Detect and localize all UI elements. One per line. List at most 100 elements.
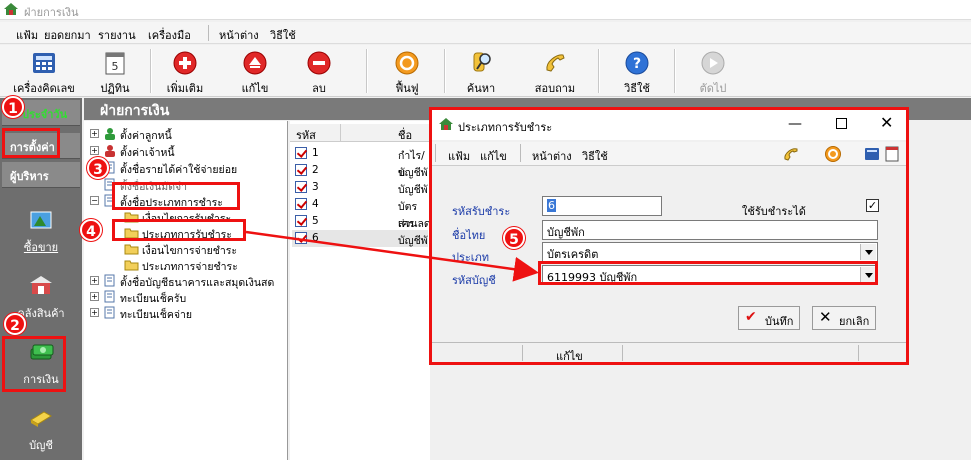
dialog-title-bar: ประเภทการรับชำระ — ✕ xyxy=(432,110,906,140)
delete-label: ลบ xyxy=(312,82,326,95)
search-icon xyxy=(473,52,491,72)
expand-icon[interactable]: + xyxy=(90,146,99,155)
tree-item-label: เงื่อนไขการจ่ายชำระ xyxy=(142,245,238,257)
toolbar-divider xyxy=(598,49,600,93)
svg-text:5: 5 xyxy=(112,60,119,73)
calendar-icon[interactable] xyxy=(884,145,900,163)
expand-icon[interactable]: + xyxy=(90,292,99,301)
tree-item-label: ตั้งค่าเจ้าหนี้ xyxy=(120,147,175,159)
table-row-selected[interactable]: 6 บัญชีพั xyxy=(292,230,428,247)
maximize-icon[interactable] xyxy=(836,118,847,129)
restore-button[interactable]: ฟื้นฟู xyxy=(382,48,432,95)
row-name: บัญชีพั xyxy=(398,235,428,247)
menu-divider xyxy=(208,25,209,41)
toolbar: เครื่องคิดเลข 5 ปฏิทิน เพิ่มเติม แก้ไข ล… xyxy=(0,45,971,97)
calculator-icon[interactable] xyxy=(864,146,880,162)
toolbar-divider xyxy=(444,49,446,93)
menu-window[interactable]: หน้าต่าง xyxy=(219,26,259,44)
edit-button[interactable]: แก้ไข xyxy=(230,48,280,95)
enabled-checkbox[interactable]: ✓ xyxy=(866,199,879,212)
help-label: วิธีใช้ xyxy=(624,82,650,95)
highlight-finance-item xyxy=(2,336,66,392)
row-code: 3 xyxy=(312,181,319,193)
inquiry-button[interactable]: สอบถาม xyxy=(526,48,584,95)
status-divider xyxy=(522,345,523,361)
table-row[interactable]: 4 บัตรเคร xyxy=(292,196,428,230)
chevron-down-icon[interactable] xyxy=(860,244,876,260)
help-button[interactable]: ? วิธีใช้ xyxy=(612,48,662,95)
status-mode: แก้ไข xyxy=(556,350,583,363)
callout-5: 5 xyxy=(503,227,525,249)
status-bar: แก้ไข xyxy=(432,342,906,363)
expand-icon[interactable]: + xyxy=(90,129,99,138)
checked-doc-icon xyxy=(295,147,307,159)
restore-icon[interactable] xyxy=(824,145,842,163)
menu-help[interactable]: วิธีใช้ xyxy=(270,26,296,44)
dialog-menu-window[interactable]: หน้าต่าง xyxy=(532,147,572,165)
dialog-menu-bar: แฟ้ม แก้ไข หน้าต่าง วิธีใช้ xyxy=(432,142,906,166)
menu-opening-balance[interactable]: ยอดยกมา xyxy=(44,26,91,44)
exit-label: ตัดไป xyxy=(699,82,727,95)
status-divider xyxy=(858,345,859,361)
tree-item-label: ประเภทการจ่ายชำระ xyxy=(142,261,238,273)
highlight-account-field xyxy=(538,261,878,285)
sidebar-item-trade[interactable]: ซื้อขาย xyxy=(0,202,82,262)
cancel-button[interactable]: ✕ ยกเลิก xyxy=(812,306,876,330)
tree-item-label: ทะเบียนเช็คจ่าย xyxy=(120,309,193,321)
column-code[interactable]: รหัส xyxy=(296,126,316,144)
search-label: ค้นหา xyxy=(466,82,496,95)
calendar-button[interactable]: 5 ปฏิทิน xyxy=(90,48,140,95)
checked-doc-icon xyxy=(295,232,307,244)
inquiry-label: สอบถาม xyxy=(534,82,576,95)
collapse-icon[interactable]: − xyxy=(90,196,99,205)
column-divider xyxy=(340,124,341,142)
menu-divider xyxy=(435,144,436,162)
menu-tools[interactable]: เครื่องมือ xyxy=(148,26,191,44)
callout-2: 2 xyxy=(4,313,26,335)
dialog-menu-file[interactable]: แฟ้ม xyxy=(448,147,470,165)
highlight-payment-types xyxy=(112,182,240,210)
highlight-settings-tab xyxy=(2,128,60,158)
dialog-menu-edit[interactable]: แก้ไข xyxy=(480,147,507,165)
checked-doc-icon xyxy=(295,215,307,227)
svg-text:?: ? xyxy=(633,56,641,72)
menu-report[interactable]: รายงาน xyxy=(98,26,136,44)
callout-4: 4 xyxy=(80,219,102,241)
table-row[interactable]: 5 ส่วนลด xyxy=(292,213,431,230)
close-icon[interactable]: ✕ xyxy=(880,113,893,132)
menu-divider xyxy=(520,144,521,162)
table-row[interactable]: 3 บัญชีพั xyxy=(292,179,428,196)
code-label: รหัสรับชำระ xyxy=(452,205,511,218)
table-row[interactable]: 2 บัญชีพั xyxy=(292,162,428,179)
phone-icon[interactable] xyxy=(782,145,800,163)
minimize-icon[interactable]: — xyxy=(788,116,802,132)
save-button[interactable]: ✔ บันทึก xyxy=(738,306,800,330)
expand-icon[interactable]: + xyxy=(90,308,99,317)
calculator-button[interactable]: เครื่องคิดเลข xyxy=(10,48,78,95)
highlight-receive-types xyxy=(112,219,246,241)
toolbar-divider xyxy=(674,49,676,93)
help-icon: ? xyxy=(625,51,649,75)
receive-type-dialog: ประเภทการรับชำระ — ✕ แฟ้ม แก้ไข หน้าต่าง… xyxy=(429,107,909,365)
ledger-icon xyxy=(30,411,52,427)
add-button[interactable]: เพิ่มเติม xyxy=(160,48,210,95)
type-value: บัตรเครดิต xyxy=(547,248,599,261)
column-name[interactable]: ชื่อ xyxy=(398,126,412,144)
window-title: ฝ่ายการเงิน xyxy=(24,6,79,19)
code-field[interactable]: 6 xyxy=(542,196,662,216)
sidebar-tab-executive[interactable]: ผู้บริหาร xyxy=(2,162,80,188)
sidebar-item-accounting[interactable]: บัญชี xyxy=(0,400,82,460)
type-select[interactable]: บัตรเครดิต xyxy=(542,242,878,262)
exit-button[interactable]: ตัดไป xyxy=(688,48,738,95)
expand-icon[interactable]: + xyxy=(90,276,99,285)
add-icon xyxy=(173,51,197,75)
menu-file[interactable]: แฟ้ม xyxy=(16,26,38,44)
thai-name-field[interactable]: บัญชีพัก xyxy=(542,220,878,240)
restore-label: ฟื้นฟู xyxy=(395,82,419,95)
table-row[interactable]: 1 กำไร/ข xyxy=(292,145,428,179)
search-button[interactable]: ค้นหา xyxy=(456,48,506,95)
save-label: บันทึก xyxy=(765,315,794,328)
delete-button[interactable]: ลบ xyxy=(294,48,344,95)
calendar-icon: 5 xyxy=(105,52,125,75)
dialog-menu-help[interactable]: วิธีใช้ xyxy=(582,147,608,165)
